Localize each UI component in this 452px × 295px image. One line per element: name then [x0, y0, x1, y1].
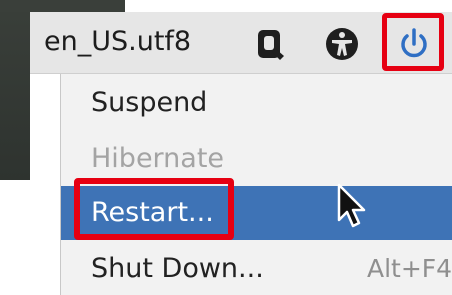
menu-item-label: Shut Down...	[91, 253, 264, 284]
shortcut-hint: Alt+F4	[367, 254, 452, 283]
menu-item-suspend[interactable]: Suspend	[61, 76, 452, 130]
menu-item-label: Hibernate	[91, 143, 225, 174]
desktop-wallpaper	[0, 0, 30, 180]
power-button-highlight	[382, 13, 444, 71]
locale-indicator[interactable]: en_US.utf8	[44, 26, 191, 58]
desktop-wallpaper-top	[0, 0, 125, 12]
top-panel: en_US.utf8	[30, 12, 452, 74]
keyboard-layout-icon[interactable]	[250, 24, 290, 64]
menu-item-shut-down[interactable]: Shut Down... Alt+F4	[61, 242, 452, 295]
accessibility-icon[interactable]	[322, 24, 362, 64]
restart-highlight-box	[74, 178, 234, 240]
menu-item-label: Suspend	[91, 87, 208, 118]
mouse-pointer-icon	[336, 182, 370, 232]
